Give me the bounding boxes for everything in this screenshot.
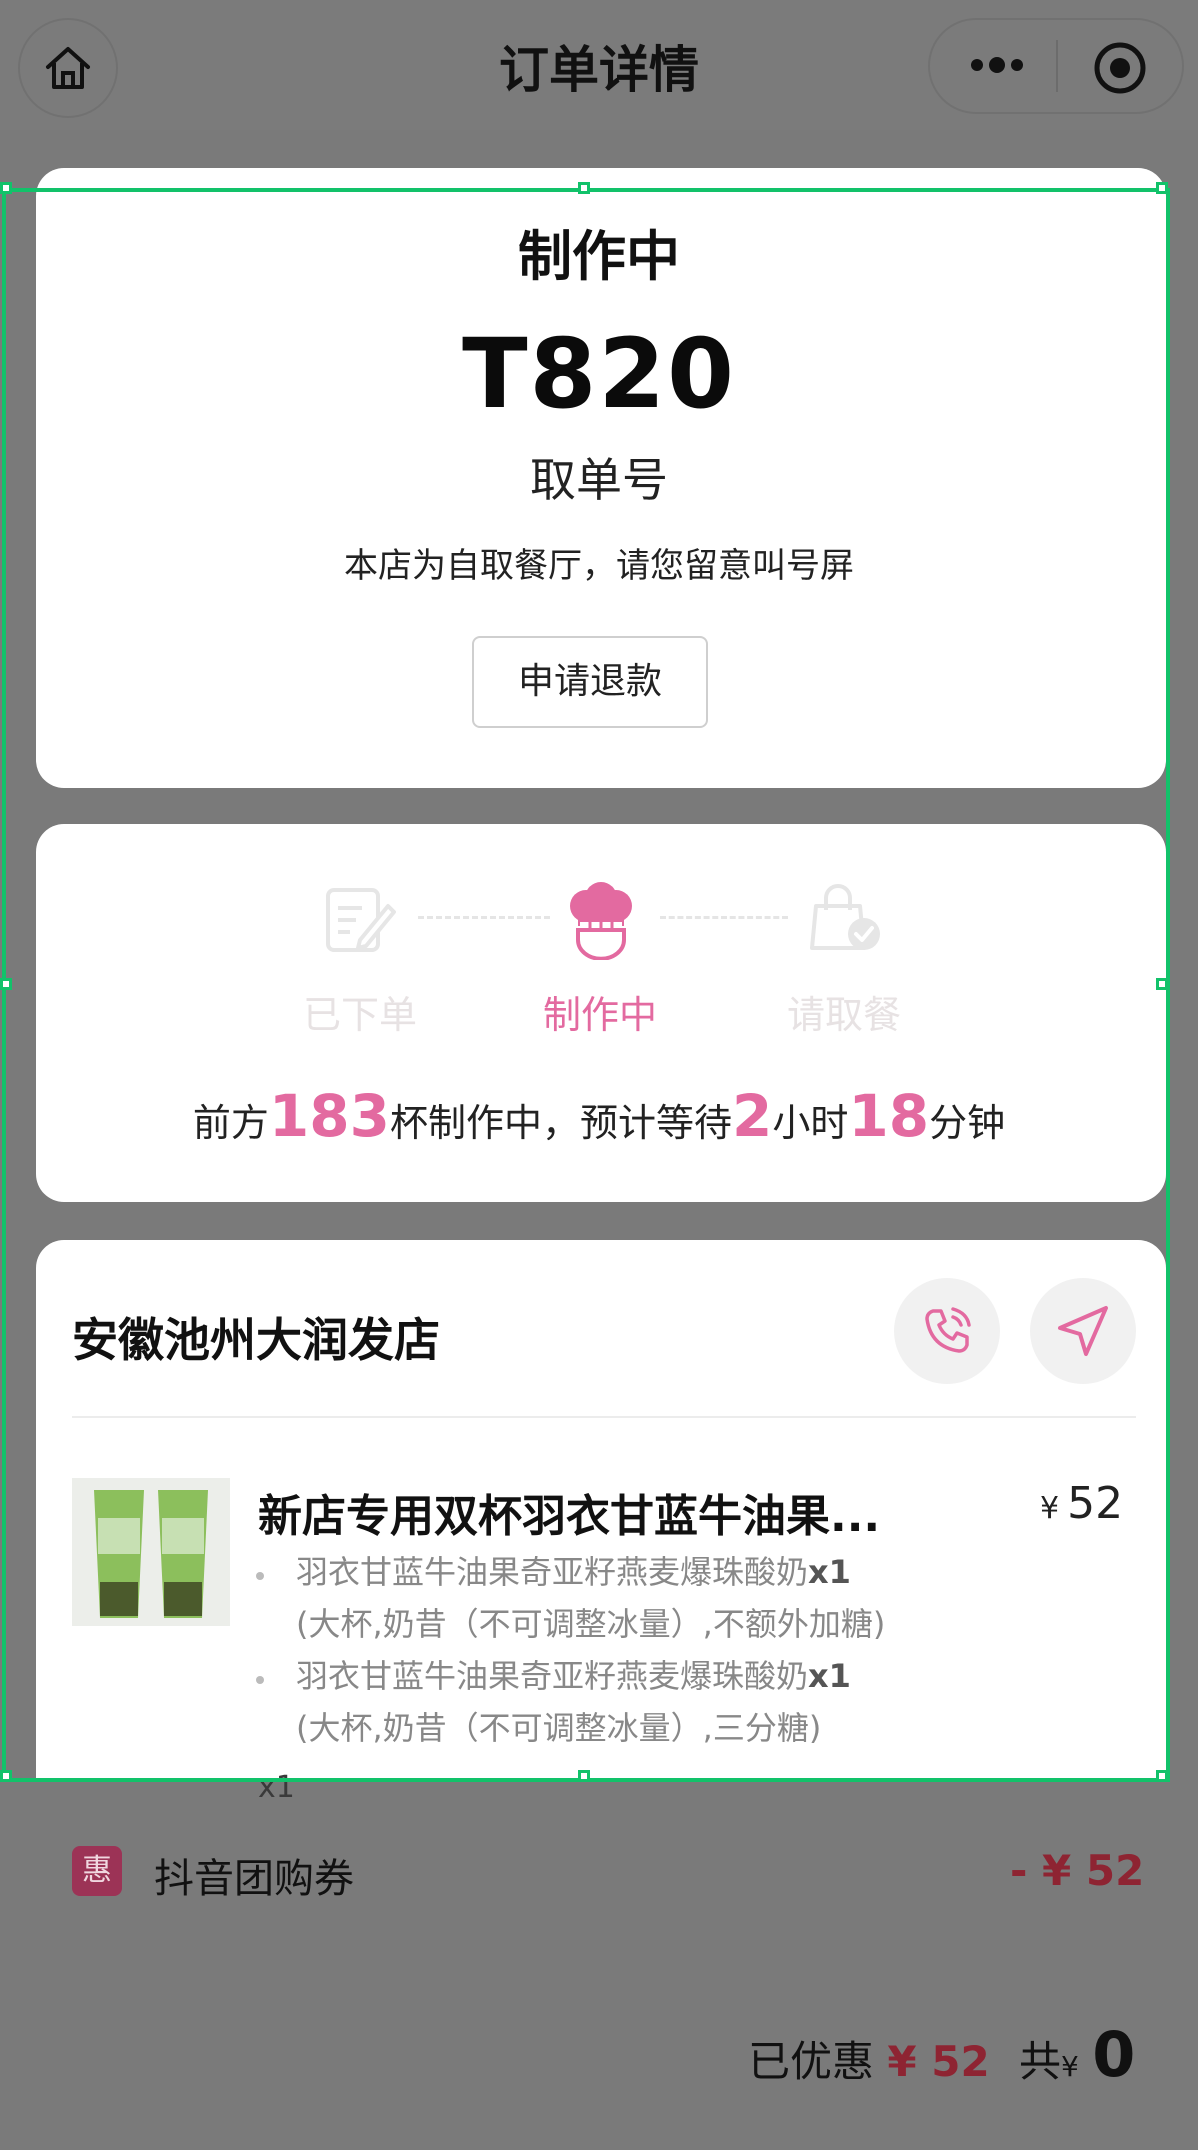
close-button[interactable] bbox=[1090, 38, 1150, 98]
more-button[interactable] bbox=[962, 40, 1032, 90]
order-summary: 已优惠 ¥ 52 共¥ 0 bbox=[748, 2018, 1135, 2091]
selection-handle[interactable] bbox=[578, 1770, 590, 1782]
discounted-label: 已优惠 bbox=[748, 2037, 875, 2086]
target-close-icon bbox=[1094, 42, 1146, 94]
selection-handle[interactable] bbox=[1156, 1770, 1168, 1782]
selection-handle[interactable] bbox=[0, 182, 12, 194]
discount-badge: 惠 bbox=[72, 1846, 122, 1896]
discount-amount: - ¥ 52 bbox=[1010, 1846, 1145, 1895]
total-label: 共 bbox=[1019, 2037, 1062, 2086]
selection-handle[interactable] bbox=[0, 1770, 12, 1782]
dimmed-overlay bbox=[36, 1782, 1166, 2150]
selection-handle[interactable] bbox=[578, 182, 590, 194]
total-currency: ¥ bbox=[1061, 2050, 1079, 2083]
selection-handle[interactable] bbox=[1156, 978, 1168, 990]
total-amount: 0 bbox=[1092, 2018, 1136, 2091]
discounted-amount: ¥ 52 bbox=[887, 2037, 990, 2086]
capsule-divider bbox=[1056, 40, 1058, 92]
selection-handle[interactable] bbox=[1156, 182, 1168, 194]
selection-handle[interactable] bbox=[0, 978, 12, 990]
more-icon bbox=[971, 59, 983, 71]
discount-label: 抖音团购券 bbox=[154, 1856, 354, 1902]
selection-box bbox=[2, 188, 1170, 1782]
